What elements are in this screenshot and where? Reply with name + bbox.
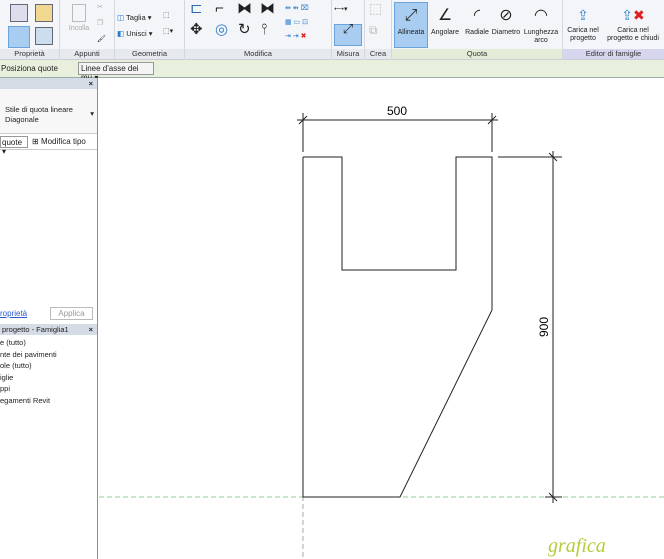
array-icon[interactable]: ▦ ▭ ⊡ xyxy=(285,19,308,27)
move-icon[interactable]: ✥ xyxy=(190,22,203,37)
type-properties-icon[interactable] xyxy=(35,27,53,45)
delete-icon[interactable]: ⇥ ⇥ ✖ xyxy=(285,33,307,41)
split-face-icon[interactable]: ⬚▾ xyxy=(163,28,173,36)
cut-geometry-button[interactable]: ◫ Taglia ▾ xyxy=(117,14,152,22)
align-icon[interactable]: ⊏ xyxy=(190,1,203,16)
tool-lunghezza-arco[interactable]: ◠ Lunghezza arco xyxy=(522,3,560,45)
apply-button[interactable]: Applica xyxy=(50,307,93,320)
aligned-dimension-dropdown[interactable]: ⤢ xyxy=(334,22,362,46)
close-icon[interactable]: × xyxy=(89,324,93,335)
copy-icon[interactable]: ❐ xyxy=(97,20,103,28)
chevron-down-icon: ▾ xyxy=(90,109,94,118)
drawing-canvas[interactable]: 500 900 grafica xyxy=(99,78,664,559)
properties-icon[interactable] xyxy=(8,26,30,48)
angular-icon: ∠ xyxy=(437,7,453,24)
tool-allineata[interactable]: ⤢ Allineata xyxy=(394,2,428,48)
dimension-horizontal[interactable] xyxy=(297,113,498,152)
group-label: Editor di famiglie xyxy=(563,49,664,59)
mirror-pick-icon[interactable]: ⧓ xyxy=(237,1,252,16)
dimension-vertical[interactable] xyxy=(498,151,562,503)
reference-select[interactable]: Linee d'asse dei mu ▾ xyxy=(78,62,154,82)
create-similar-icon[interactable]: ⧉ xyxy=(369,24,378,36)
family-category-icon[interactable] xyxy=(35,4,53,22)
tool-diametro[interactable]: ⊘ Diametro xyxy=(490,3,522,37)
trim-icon[interactable]: ⫯ xyxy=(261,22,268,37)
browser-item[interactable]: ppi xyxy=(0,383,97,395)
group-label: Appunti xyxy=(60,49,114,59)
tool-radiale[interactable]: ◜ Radiale xyxy=(462,3,492,37)
group-label: Quota xyxy=(392,49,562,59)
diameter-icon: ⊘ xyxy=(499,7,513,24)
instance-filter-select[interactable]: quote ▾ xyxy=(0,136,28,156)
join-geometry-button[interactable]: ◧ Unisci ▾ xyxy=(117,30,152,38)
group-label: Misura xyxy=(332,49,364,59)
family-profile-outline[interactable] xyxy=(302,156,493,498)
watermark-logo: grafica xyxy=(548,535,606,557)
group-label: Crea xyxy=(365,49,391,59)
ribbon: Proprietà Incolla ✂ ❐ 🖌 Appunti ◫ Taglia… xyxy=(0,0,664,60)
paste-label: Incolla xyxy=(68,25,90,32)
properties-help-link[interactable]: roprietà xyxy=(0,309,27,318)
rotate-icon[interactable]: ↻ xyxy=(238,22,251,37)
options-label: Posiziona quote xyxy=(1,64,58,73)
dimension-label-500[interactable]: 500 xyxy=(387,104,407,118)
type-name: Stile di quota lineare xyxy=(5,105,73,114)
copy-element-icon[interactable]: ◎ xyxy=(215,22,228,37)
properties-header: × xyxy=(0,78,97,89)
split-icon[interactable]: ⇹ ⇹ ⌧ xyxy=(285,5,309,13)
offset-icon[interactable]: ⌐ xyxy=(215,1,224,16)
measure-icon[interactable]: ⟷▾ xyxy=(334,6,348,14)
type-selector[interactable]: Stile di quota lineare Diagonale ▾ xyxy=(0,89,97,134)
cut-icon[interactable]: ✂ xyxy=(97,4,103,12)
mirror-draw-icon[interactable]: ⧓ xyxy=(260,1,275,16)
aligned-icon: ⤢ xyxy=(404,7,418,24)
group-label: Modifica xyxy=(185,49,331,59)
paste-button[interactable]: Incolla xyxy=(64,4,94,33)
edit-type-button[interactable]: ⊞ Modifica tipo xyxy=(32,137,86,146)
dimension-label-900[interactable]: 900 xyxy=(537,317,551,337)
family-types-icon[interactable] xyxy=(10,4,28,22)
browser-item[interactable]: ole (tutto) xyxy=(0,360,97,372)
arc-length-icon: ◠ xyxy=(534,7,548,24)
browser-item[interactable]: egamenti Revit xyxy=(0,395,97,407)
wall-join-icon[interactable]: ⬚ xyxy=(163,12,170,20)
group-label: Geometria xyxy=(115,49,184,59)
create-group-icon[interactable]: ⬚ xyxy=(369,1,382,15)
group-label: Proprietà xyxy=(0,49,59,59)
left-panel: × Stile di quota lineare Diagonale ▾ quo… xyxy=(0,78,98,559)
match-properties-icon[interactable]: 🖌 xyxy=(97,36,106,44)
browser-item[interactable]: iglie xyxy=(0,372,97,384)
close-icon[interactable]: × xyxy=(89,78,93,89)
project-browser-header: progetto - Famiglia1 × xyxy=(0,324,97,335)
load-into-project-button[interactable]: ⇪ Carica nel progetto xyxy=(565,3,601,43)
load-and-close-button[interactable]: ⇪✖ Carica nel progetto e chiudi xyxy=(603,3,663,43)
browser-item[interactable]: nte dei pavimenti xyxy=(0,349,97,361)
properties-grid xyxy=(0,150,97,307)
type-subname: Diagonale xyxy=(5,115,39,124)
browser-item[interactable]: e (tutto) xyxy=(0,337,97,349)
clipboard-icon xyxy=(72,4,86,22)
load-close-icon: ⇪✖ xyxy=(621,7,645,23)
tool-angolare[interactable]: ∠ Angolare xyxy=(428,3,462,37)
project-browser-tree: e (tutto) nte dei pavimenti ole (tutto) igl… xyxy=(0,335,97,406)
load-icon: ⇪ xyxy=(577,7,589,23)
options-bar: Posiziona quote Linee d'asse dei mu ▾ xyxy=(0,60,664,82)
radial-icon: ◜ xyxy=(473,7,481,24)
group-proprieta: Proprietà xyxy=(0,0,60,60)
